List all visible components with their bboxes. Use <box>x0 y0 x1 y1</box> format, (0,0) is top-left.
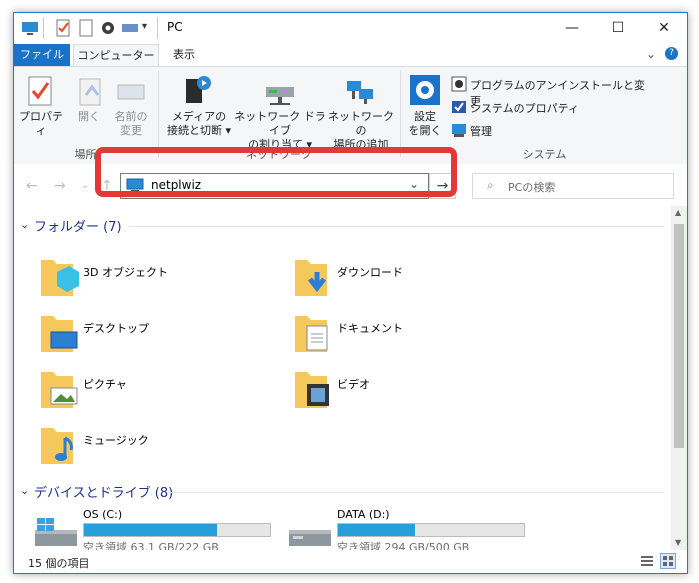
vertical-scrollbar[interactable]: ▲ ▼ <box>671 206 687 550</box>
explorer-window: ▾ PC — ☐ ✕ ファイル コンピューター 表示 ⌄ ? プロパティ 開く <box>13 12 688 574</box>
manage-button[interactable]: 管理 <box>451 121 651 139</box>
minimize-button[interactable]: — <box>549 13 595 44</box>
videos-icon <box>293 364 333 410</box>
scroll-down-icon[interactable]: ▼ <box>675 538 681 547</box>
collapse-ribbon-icon[interactable]: ⌄ <box>646 47 656 61</box>
ribbon-separator <box>400 71 401 157</box>
status-bar: 15 個の項目 <box>14 550 687 573</box>
uninstall-programs-button[interactable]: プログラムのアンインストールと変更 <box>451 75 651 108</box>
ribbon-separator <box>158 71 159 157</box>
scrollbar-thumb[interactable] <box>674 224 684 448</box>
list-item[interactable]: ピクチャ <box>31 364 281 414</box>
network-location-icon <box>345 77 377 111</box>
forward-arrow-icon[interactable]: → <box>54 178 66 194</box>
search-icon: ⌕ <box>487 178 494 192</box>
maximize-button[interactable]: ☐ <box>595 13 641 44</box>
list-item[interactable]: ダウンロード <box>285 252 535 302</box>
large-icons-view-icon[interactable] <box>660 553 676 569</box>
close-button[interactable]: ✕ <box>641 13 687 44</box>
folders-collapse-icon[interactable]: ⌄ <box>20 218 29 231</box>
item-count: 15 個の項目 <box>28 557 90 570</box>
recent-locations-chevron-icon[interactable]: ⌄ <box>81 180 89 191</box>
back-arrow-icon[interactable]: ← <box>26 178 38 194</box>
list-item[interactable]: ドキュメント <box>285 308 535 358</box>
open-icon <box>78 77 104 111</box>
window-title: PC <box>167 20 183 34</box>
open-settings-button[interactable]: 設定 を開く <box>404 110 446 138</box>
gear-icon[interactable] <box>99 19 117 37</box>
open-button[interactable]: 開く <box>74 110 104 124</box>
properties-quick-icon[interactable] <box>54 19 72 37</box>
devices-section-header[interactable]: デバイスとドライブ (8) <box>34 482 173 501</box>
rename-icon <box>116 79 146 109</box>
title-bar: ▾ PC — ☐ ✕ <box>14 13 687 44</box>
drive-usage-bar <box>83 523 271 537</box>
content-pane: ⌄ フォルダー (7) 3D オブジェクト ダウンロード デスクトップ ドキュメ… <box>14 206 671 554</box>
tab-file[interactable]: ファイル <box>14 44 70 66</box>
3d-objects-icon <box>39 252 79 298</box>
tab-view[interactable]: 表示 <box>164 44 204 66</box>
uninstall-icon <box>451 76 467 96</box>
music-icon <box>39 420 79 466</box>
search-box[interactable]: ⌕ PCの検索 <box>472 173 674 199</box>
address-highlight-frame <box>95 147 457 197</box>
folders-section-header[interactable]: フォルダー (7) <box>34 216 122 235</box>
list-item[interactable]: ビデオ <box>285 364 535 414</box>
help-icon[interactable]: ? <box>665 47 678 60</box>
settings-gear-icon <box>410 75 440 105</box>
quick-access-dropdown-icon[interactable]: ▾ <box>142 21 147 32</box>
system-properties-icon <box>451 99 467 119</box>
rename-button[interactable]: 名前の 変更 <box>110 110 152 138</box>
details-view-icon[interactable] <box>640 554 654 571</box>
desktop-icon <box>39 308 79 354</box>
ribbon-tabs: ファイル コンピューター 表示 ⌄ ? <box>14 44 687 67</box>
section-divider <box>129 226 664 227</box>
media-server-icon <box>182 73 214 109</box>
network-drive-icon <box>264 79 296 111</box>
drive-usage-fill <box>338 524 415 536</box>
tab-computer[interactable]: コンピューター <box>73 44 159 67</box>
properties-icon <box>26 75 54 111</box>
devices-collapse-icon[interactable]: ⌄ <box>20 484 29 497</box>
pictures-icon <box>39 364 79 410</box>
list-item[interactable]: 3D オブジェクト <box>31 252 281 302</box>
search-input[interactable]: PCの検索 <box>508 179 555 195</box>
new-file-quick-icon[interactable] <box>77 19 95 37</box>
rename-quick-icon[interactable] <box>121 19 139 37</box>
documents-icon <box>293 308 333 354</box>
downloads-icon <box>293 252 333 298</box>
list-item[interactable]: デスクトップ <box>31 308 281 358</box>
scroll-up-icon[interactable]: ▲ <box>675 208 681 217</box>
pc-icon[interactable] <box>21 19 39 37</box>
drive-usage-bar <box>337 523 525 537</box>
section-divider <box>169 492 664 493</box>
properties-button[interactable]: プロパティ <box>16 110 66 138</box>
list-item[interactable]: ミュージック <box>31 420 281 470</box>
system-properties-button[interactable]: システムのプロパティ <box>451 98 651 116</box>
drive-usage-fill <box>84 524 218 536</box>
media-connect-button[interactable]: メディアの 接続と切断 ▾ <box>162 110 236 138</box>
manage-icon <box>451 122 467 142</box>
